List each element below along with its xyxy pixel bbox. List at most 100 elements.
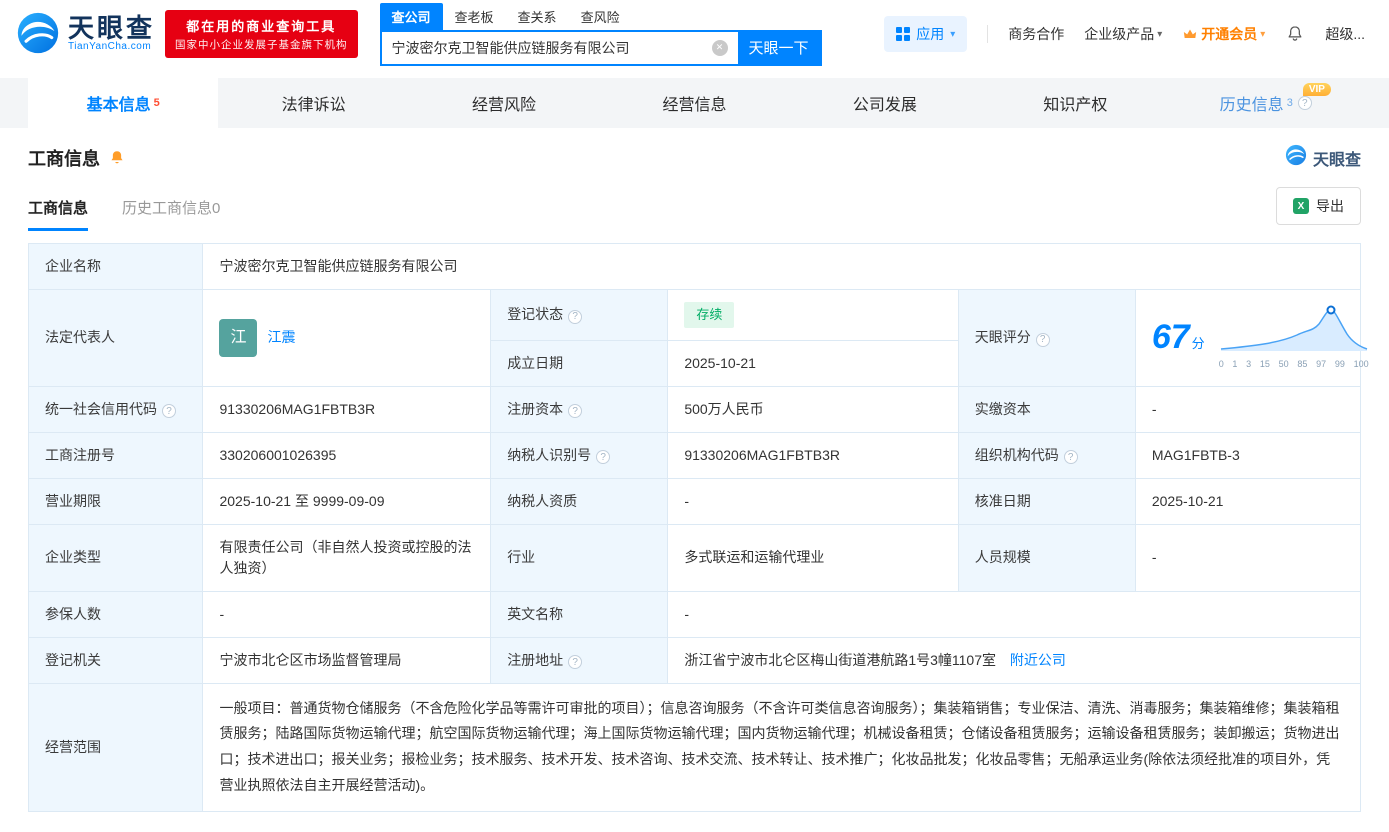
tab-intellectual-property[interactable]: 知识产权: [980, 78, 1170, 128]
help-icon[interactable]: ?: [568, 655, 583, 669]
label-reg-address: 注册地址?: [490, 636, 669, 684]
search-input[interactable]: [381, 39, 702, 56]
help-icon[interactable]: ?: [1297, 96, 1312, 110]
row-reg-authority: 登记机关 宁波市北仑区市场监督管理局 注册地址? 浙江省宁波市北仑区梅山街道港航…: [27, 636, 1361, 684]
value-tyc-score: 67 分 0 1 3 15 50 85 97 99 100: [1134, 289, 1369, 387]
legal-rep-link[interactable]: 江震: [267, 327, 295, 348]
value-staff-size: -: [1134, 523, 1362, 592]
label-business-term: 营业期限: [27, 477, 204, 525]
label-english-name: 英文名称: [490, 590, 669, 638]
excel-icon: X: [1293, 198, 1309, 214]
nearby-companies-link[interactable]: 附近公司: [1010, 652, 1066, 668]
divider: [987, 25, 989, 43]
chevron-down-icon: ▾: [1260, 28, 1266, 40]
help-icon[interactable]: ?: [1063, 450, 1078, 464]
value-approval-date: 2025-10-21: [1134, 477, 1362, 525]
label-company-name: 企业名称: [27, 243, 204, 290]
help-icon[interactable]: ?: [1035, 332, 1050, 347]
score-number: 67: [1151, 318, 1190, 357]
tab-operation-risk[interactable]: 经营风险: [409, 78, 599, 128]
label-taxpayer-quality: 纳税人资质: [490, 477, 669, 525]
apps-menu[interactable]: 应用 ▾: [884, 16, 968, 52]
search-button[interactable]: 天眼一下: [737, 31, 820, 64]
row-insured-count: 参保人数 - 英文名称 -: [27, 590, 1361, 638]
label-reg-status: 登记状态?: [490, 289, 669, 341]
section-title: 工商信息: [28, 148, 100, 169]
label-insured-count: 参保人数: [27, 590, 204, 638]
super-vip-link[interactable]: 超级...: [1325, 24, 1365, 44]
main-content: 工商信息 天眼查 工商信息 历史工商信息0 X 导出 企业名称 宁波密尔克卫智能…: [0, 128, 1389, 832]
row-business-scope: 经营范围 一般项目：普通货物仓储服务（不含危险化学品等需许可审批的项目）；信息咨…: [27, 682, 1361, 813]
chevron-down-icon: ▾: [1157, 28, 1163, 40]
tab-company-development[interactable]: 公司发展: [790, 78, 980, 128]
promo-line2: 国家中小企业发展子基金旗下机构: [175, 39, 348, 51]
search-tabs: 查公司 查老板 查关系 查风险: [379, 2, 822, 30]
subtab-history-business-info[interactable]: 历史工商信息0: [122, 197, 220, 231]
sub-tabs: 工商信息 历史工商信息0 X 导出: [28, 187, 1361, 231]
help-icon[interactable]: ?: [568, 309, 583, 324]
search-box: ✕ 天眼一下: [379, 29, 822, 66]
help-icon[interactable]: ?: [568, 404, 583, 418]
value-reg-capital: 500万人民币: [667, 385, 959, 433]
subtab-business-info[interactable]: 工商信息: [28, 197, 89, 231]
search-tab-relation[interactable]: 查关系: [506, 3, 569, 30]
score-distribution-chart: 0 1 3 15 50 85 97 99 100: [1219, 305, 1369, 372]
search-tab-risk[interactable]: 查风险: [569, 3, 632, 30]
label-establish-date: 成立日期: [490, 339, 669, 387]
business-info-table: 企业名称 宁波密尔克卫智能供应链服务有限公司 法定代表人 江 江震 登记状态? …: [27, 243, 1369, 813]
label-reg-capital: 注册资本?: [490, 385, 669, 433]
export-button[interactable]: X 导出: [1276, 187, 1361, 225]
clear-search-icon[interactable]: ✕: [711, 39, 728, 56]
apps-grid-icon: [896, 27, 911, 41]
tianyancha-watermark-icon: [1285, 144, 1307, 171]
open-membership-link[interactable]: 开通会员 ▾: [1182, 24, 1265, 44]
value-business-term: 2025-10-21 至 9999-09-09: [202, 477, 492, 525]
value-english-name: -: [667, 590, 1361, 638]
search-tab-boss[interactable]: 查老板: [443, 3, 506, 30]
value-credit-code: 91330206MAG1FBTB3R: [202, 385, 492, 433]
logo-title: 天眼查: [68, 13, 156, 44]
value-reg-number: 330206001026395: [202, 431, 492, 479]
label-reg-authority: 登记机关: [27, 636, 204, 684]
row-reg-number: 工商注册号 330206001026395 纳税人识别号? 91330206MA…: [27, 431, 1362, 479]
tianyancha-logo[interactable]: 天眼查 TianYanCha.com: [16, 11, 155, 58]
company-nav-tabs: 基本信息 5 法律诉讼 经营风险 经营信息 公司发展 知识产权 VIP 历史信息…: [0, 78, 1389, 128]
tab-basic-info[interactable]: 基本信息 5: [28, 78, 219, 128]
search-tab-company[interactable]: 查公司: [379, 2, 443, 30]
legal-rep-avatar[interactable]: 江: [219, 318, 258, 357]
monitor-bell-icon[interactable]: [108, 149, 126, 167]
logo-subtitle: TianYanCha.com: [68, 41, 152, 53]
label-company-type: 企业类型: [27, 523, 204, 592]
tianyancha-watermark: 天眼查: [1285, 144, 1361, 171]
business-cooperation-link[interactable]: 商务合作: [1008, 24, 1064, 44]
value-paid-capital: -: [1134, 385, 1362, 433]
label-tyc-score: 天眼评分?: [957, 289, 1136, 387]
tab-operation-info[interactable]: 经营信息: [599, 78, 789, 128]
enterprise-product-link[interactable]: 企业级产品 ▾: [1084, 24, 1162, 44]
value-reg-authority: 宁波市北仑区市场监督管理局: [202, 636, 492, 684]
promo-badge: 都在用的商业查询工具 国家中小企业发展子基金旗下机构: [165, 10, 358, 58]
top-header: 天眼查 TianYanCha.com 都在用的商业查询工具 国家中小企业发展子基…: [0, 0, 1389, 68]
value-legal-rep: 江 江震: [202, 289, 492, 387]
value-industry: 多式联运和运输代理业: [667, 523, 959, 592]
tab-history-info[interactable]: VIP 历史信息 3 ?: [1171, 78, 1361, 128]
notification-bell-icon[interactable]: [1285, 24, 1305, 44]
tab-count-badge: 3: [1286, 96, 1293, 109]
label-reg-number: 工商注册号: [27, 431, 204, 479]
label-taxpayer-id: 纳税人识别号?: [490, 431, 669, 479]
value-org-code: MAG1FBTB-3: [1134, 431, 1362, 479]
score-axis: 0 1 3 15 50 85 97 99 100: [1218, 358, 1369, 369]
row-company-name: 企业名称 宁波密尔克卫智能供应链服务有限公司: [27, 243, 1361, 290]
promo-line1: 都在用的商业查询工具: [186, 19, 337, 34]
value-reg-status: 存续: [667, 289, 959, 341]
value-reg-address: 浙江省宁波市北仑区梅山街道港航路1号3幢1107室 附近公司: [667, 636, 1361, 684]
row-business-term: 营业期限 2025-10-21 至 9999-09-09 纳税人资质 - 核准日…: [27, 477, 1362, 525]
value-company-type: 有限责任公司（非自然人投资或控股的法人独资）: [202, 523, 492, 592]
value-establish-date: 2025-10-21: [667, 339, 959, 387]
apps-label: 应用: [916, 26, 945, 42]
help-icon[interactable]: ?: [162, 404, 176, 418]
tab-legal-proceedings[interactable]: 法律诉讼: [218, 78, 408, 128]
status-badge: 存续: [684, 302, 735, 328]
value-taxpayer-id: 91330206MAG1FBTB3R: [667, 431, 959, 479]
help-icon[interactable]: ?: [596, 450, 611, 464]
